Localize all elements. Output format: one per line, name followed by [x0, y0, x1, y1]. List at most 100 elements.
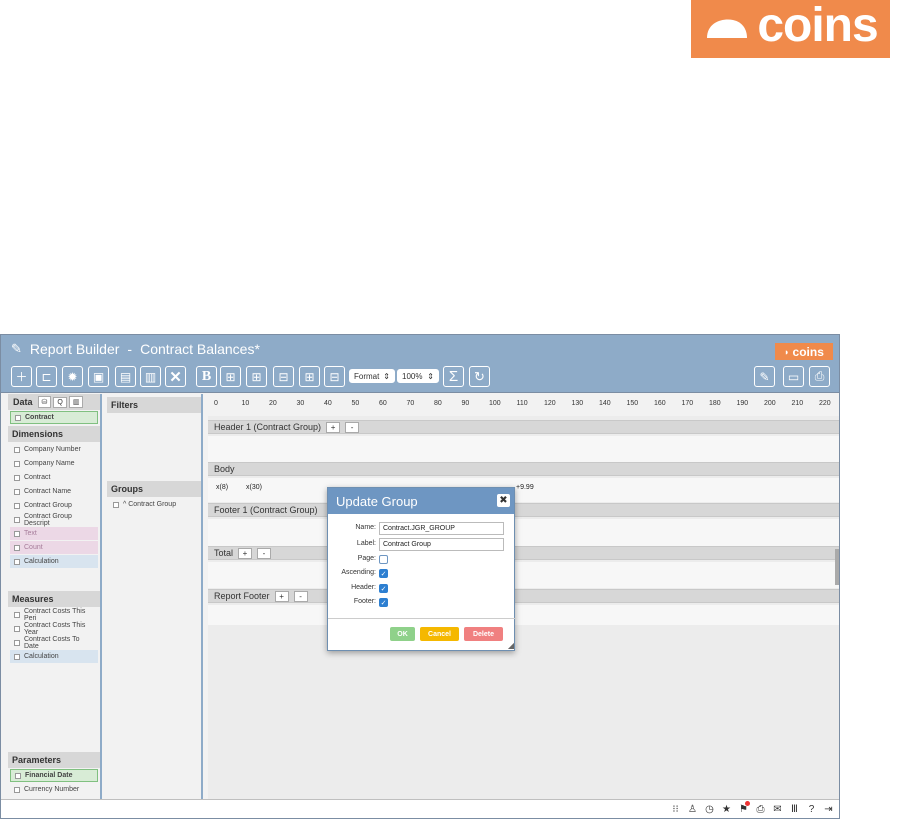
list-item[interactable]: Calculation [10, 555, 98, 568]
history-icon[interactable]: ◷ [703, 804, 716, 815]
flag-icon[interactable]: ⚑ [737, 800, 750, 815]
remove-band-button[interactable]: - [257, 547, 272, 559]
edit-report-icon[interactable]: ✎ [754, 366, 775, 387]
label-field[interactable]: Contract Group [379, 538, 504, 551]
ok-button[interactable]: OK [390, 627, 415, 641]
list-item[interactable]: Currency Number [10, 783, 98, 796]
name-label: Name: [355, 524, 376, 531]
query-icon[interactable]: Q [53, 396, 67, 408]
band-label: Body [214, 464, 235, 474]
report-name: Contract Balances* [140, 341, 260, 357]
filters-dropzone[interactable] [107, 413, 201, 479]
delete-icon[interactable]: ▥ [140, 366, 161, 387]
grid2-icon[interactable]: ⊞ [246, 366, 267, 387]
parameters-heading: Parameters [8, 752, 100, 768]
footer-checkbox[interactable]: ✓ [379, 598, 388, 607]
field-icon [14, 611, 20, 618]
list-item[interactable]: Company Name [10, 457, 98, 470]
datasource-label: Contract [25, 414, 54, 421]
dimensions-list: Company Number Company Name Contract Con… [8, 443, 100, 568]
group-item[interactable]: ^ Contract Group [109, 498, 199, 511]
field-icon [15, 772, 21, 779]
label-label: Label: [356, 540, 376, 547]
cancel-button[interactable]: Cancel [420, 627, 459, 641]
footer-band: Footer 1 (Contract Group) [208, 503, 839, 517]
list-item[interactable]: Company Number [10, 443, 98, 456]
person-icon[interactable]: ♙ [686, 804, 699, 815]
grid3-icon[interactable]: ⊟ [273, 366, 294, 387]
logout-icon[interactable]: ⇥ [822, 804, 835, 815]
mail-icon[interactable]: ✉ [771, 804, 784, 815]
list-item[interactable]: Contract Costs To Date [10, 635, 98, 650]
dialog-header: Update Group ✖ [328, 488, 514, 514]
apps-icon[interactable]: ⁝⁝ [669, 804, 682, 815]
list-item-label: Count [24, 544, 43, 551]
body-field[interactable]: +9.99 [516, 484, 534, 491]
list-item[interactable]: Contract Group [10, 499, 98, 512]
save-icon[interactable]: ▣ [88, 366, 109, 387]
ruler-tick-label: 130 [571, 400, 584, 407]
list-item-label: Contract Group [24, 502, 72, 509]
star-icon[interactable]: ★ [720, 804, 733, 815]
list-item-label: Contract Costs This Year [24, 621, 86, 636]
list-item[interactable]: Contract Costs This Peri [10, 608, 98, 622]
printer-icon[interactable]: ⎙ [809, 366, 830, 387]
refresh-icon[interactable]: ↻ [469, 366, 490, 387]
close-icon[interactable]: ✖ [497, 494, 510, 507]
add-band-button[interactable]: + [274, 590, 289, 602]
add-band-button[interactable]: + [326, 421, 341, 433]
list-item-label: Contract Costs To Date [24, 635, 80, 650]
ruler-tick-label: 10 [241, 400, 250, 407]
save-as-icon[interactable]: ▤ [115, 366, 136, 387]
sum-icon[interactable]: Σ [443, 366, 464, 387]
library-icon[interactable]: Ⅲ [788, 804, 801, 815]
list-item-label: Contract Group Descript [24, 512, 72, 527]
printer-icon[interactable]: ⎙ [754, 804, 767, 815]
database-icon[interactable]: ⛁ [37, 396, 52, 408]
close-icon[interactable]: ✕ [165, 366, 186, 387]
header-checkbox[interactable]: ✓ [379, 584, 388, 593]
list-item[interactable]: Contract [10, 471, 98, 484]
ascending-checkbox[interactable]: ✓ [379, 569, 388, 578]
header-label: Header: [351, 584, 376, 591]
field-icon [14, 639, 20, 646]
field-icon [113, 501, 119, 508]
body-field[interactable]: x(30) [246, 484, 262, 491]
grid4-icon[interactable]: ⊞ [299, 366, 320, 387]
list-item[interactable]: Contract Costs This Year [10, 621, 98, 636]
body-field[interactable]: x(8) [216, 484, 228, 491]
columns-icon[interactable]: ▥ [68, 396, 84, 408]
format-select[interactable]: Format ⇕ [349, 369, 395, 383]
zoom-select[interactable]: 100% ⇕ [397, 369, 439, 383]
brand-logo: coins [691, 0, 890, 58]
grid5-icon[interactable]: ⊟ [324, 366, 345, 387]
list-item[interactable]: Financial Date [10, 769, 98, 782]
list-item[interactable]: Text [10, 527, 98, 540]
grid1-icon[interactable]: ⊞ [220, 366, 241, 387]
band-label: Report Footer [214, 591, 270, 601]
field-icon [14, 786, 20, 793]
bold-icon[interactable]: B [196, 366, 217, 387]
scrollbar-thumb[interactable] [835, 549, 839, 585]
remove-band-button[interactable]: - [293, 590, 308, 602]
resize-handle-icon[interactable]: ◢ [508, 641, 514, 650]
datasource-item[interactable]: Contract [10, 411, 98, 424]
preview-icon[interactable]: ▭ [783, 366, 804, 387]
footer-strip [208, 519, 839, 546]
list-item[interactable]: Calculation [10, 650, 98, 663]
list-item[interactable]: Contract Group Descript [10, 512, 98, 527]
help-icon[interactable]: ? [805, 804, 818, 815]
gear-icon[interactable]: ✹ [62, 366, 83, 387]
page-checkbox[interactable] [379, 555, 388, 564]
name-field[interactable]: Contract.JGR_GROUP [379, 522, 504, 535]
ruler-tick-label: 60 [379, 400, 387, 407]
open-folder-icon[interactable]: ⊏ [36, 366, 57, 387]
filters-groups-pane: Filters Groups ^ Contract Group [107, 394, 203, 799]
footer-label: Footer: [353, 598, 376, 605]
remove-band-button[interactable]: - [345, 421, 360, 433]
add-icon[interactable]: ＋ [11, 366, 32, 387]
list-item[interactable]: Contract Name [10, 485, 98, 498]
list-item[interactable]: Count [10, 541, 98, 554]
delete-button[interactable]: Delete [464, 627, 503, 641]
add-band-button[interactable]: + [238, 547, 253, 559]
